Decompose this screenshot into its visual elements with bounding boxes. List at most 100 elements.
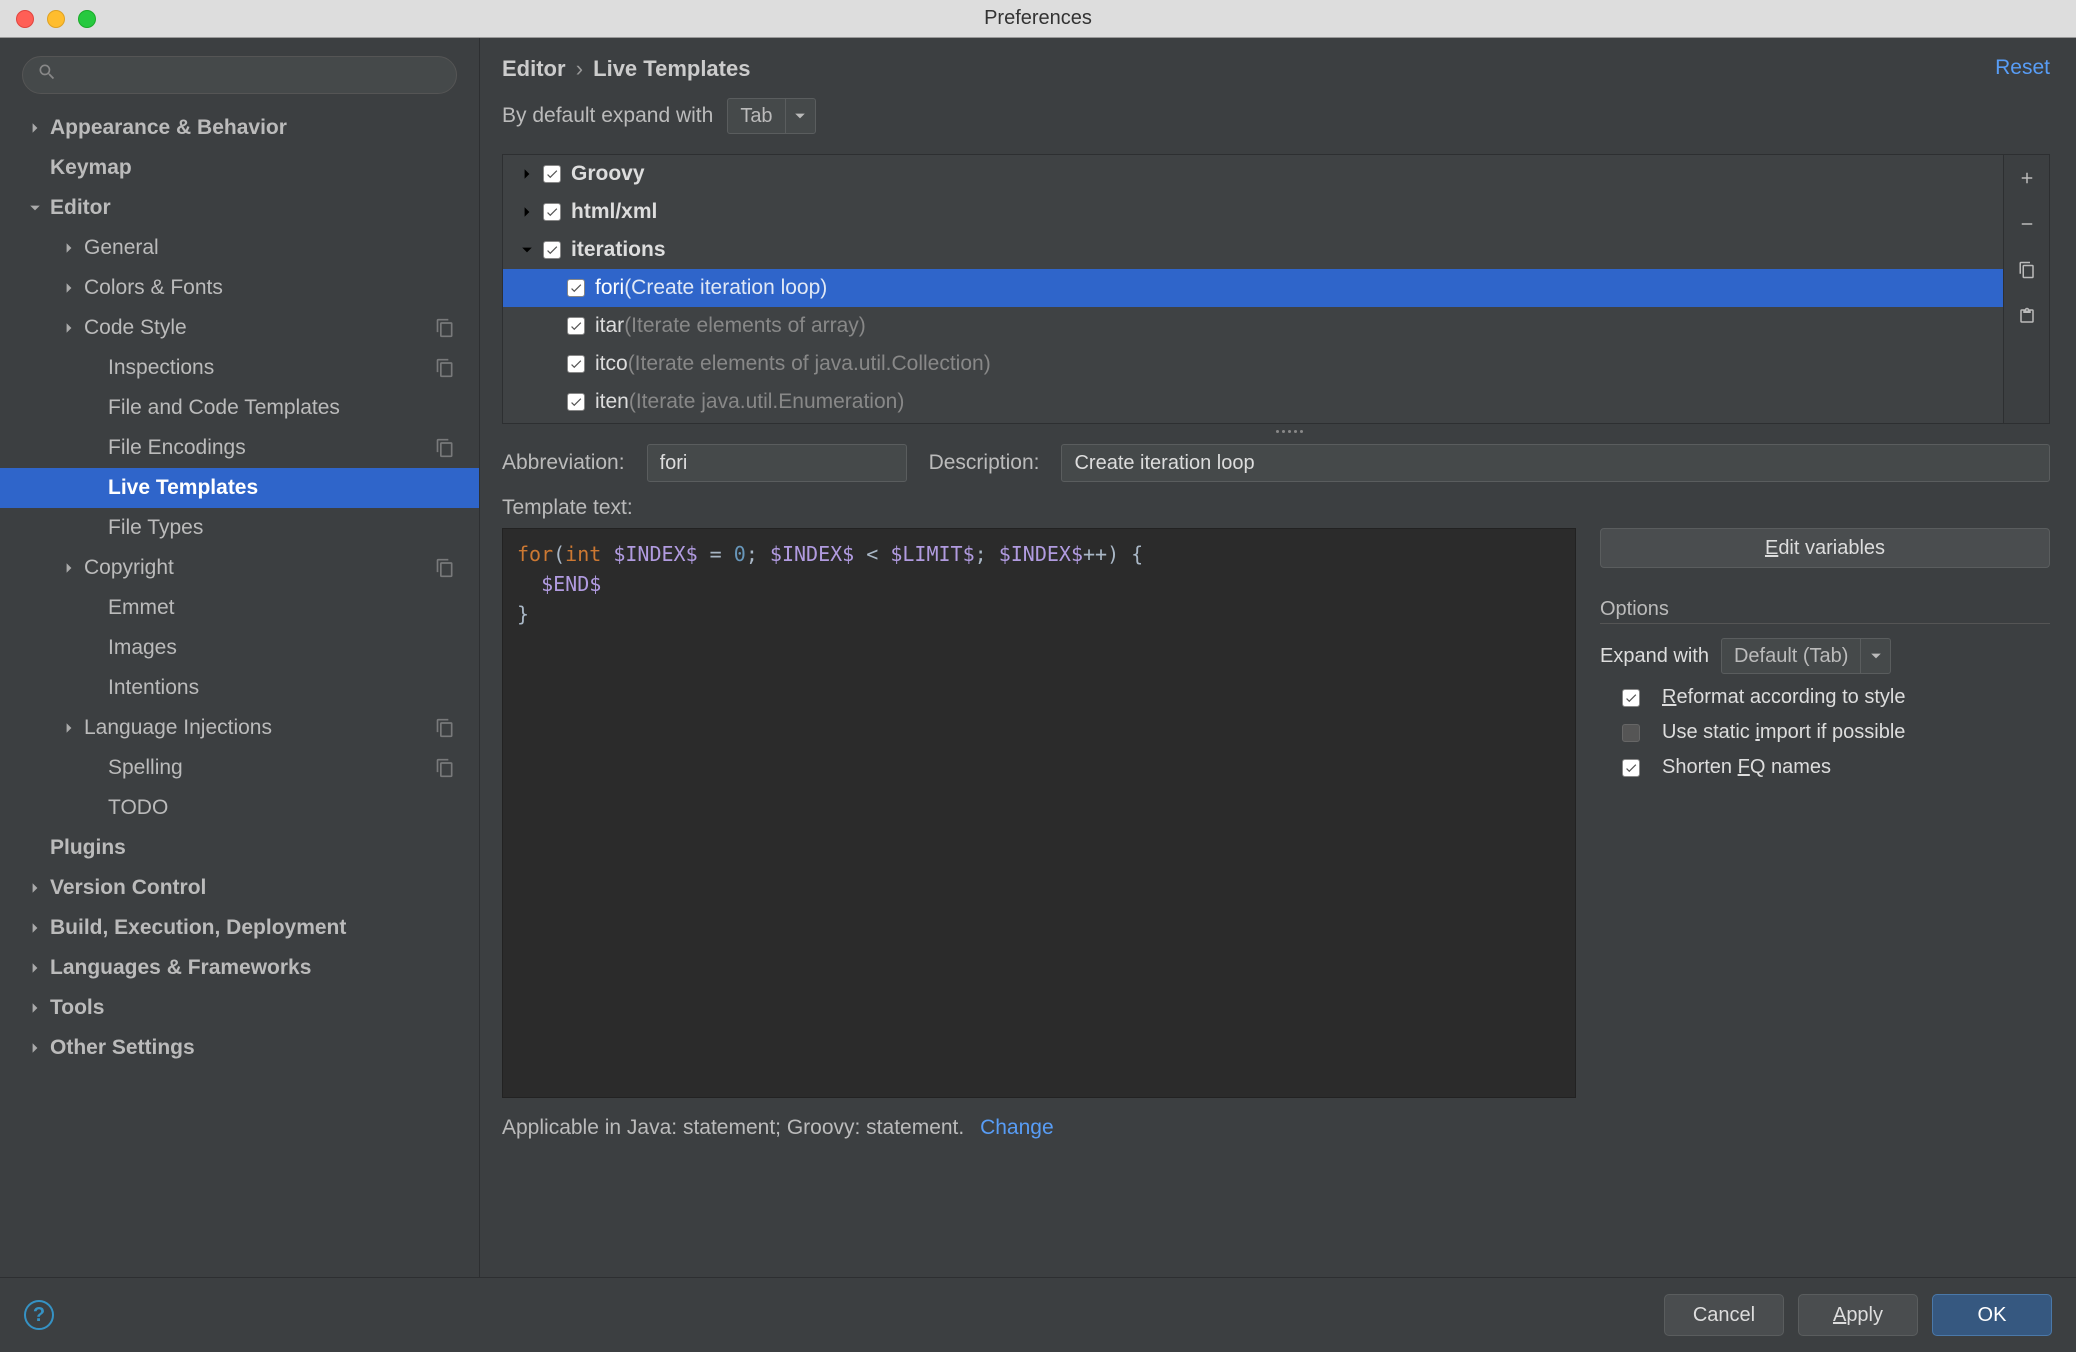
add-button[interactable]: [2004, 155, 2049, 201]
sidebar-item[interactable]: Editor: [0, 188, 479, 228]
sidebar-item-label: Tools: [50, 996, 104, 1020]
options-title: Options: [1600, 598, 2050, 624]
titlebar: Preferences: [0, 0, 2076, 38]
sidebar-item[interactable]: Languages & Frameworks: [0, 948, 479, 988]
template-checkbox[interactable]: [543, 203, 561, 221]
template-checkbox[interactable]: [543, 241, 561, 259]
sidebar-item[interactable]: Keymap: [0, 148, 479, 188]
sidebar-item[interactable]: Other Settings: [0, 1028, 479, 1068]
sidebar-item[interactable]: Version Control: [0, 868, 479, 908]
template-desc: (Iterate java.util.Enumeration): [629, 390, 904, 414]
resizer-handle[interactable]: [1269, 428, 1309, 434]
edit-variables-button[interactable]: Edit variables: [1600, 528, 2050, 568]
sidebar-item-label: Version Control: [50, 876, 206, 900]
template-row[interactable]: itar (Iterate elements of array): [503, 307, 2003, 345]
chevron-down-icon: [1860, 639, 1890, 673]
minimize-window-icon[interactable]: [47, 10, 65, 28]
help-button[interactable]: ?: [24, 1300, 54, 1330]
applicable-text: Applicable in Java: statement; Groovy: s…: [502, 1116, 964, 1139]
template-desc: (Iterate elements of array): [624, 314, 866, 338]
sidebar-item[interactable]: Build, Execution, Deployment: [0, 908, 479, 948]
template-checkbox[interactable]: [567, 317, 585, 335]
template-text-label: Template text:: [502, 496, 2050, 520]
sidebar-item[interactable]: Colors & Fonts: [0, 268, 479, 308]
template-row[interactable]: iterations: [503, 231, 2003, 269]
search-field[interactable]: [22, 56, 457, 94]
sidebar-item[interactable]: Appearance & Behavior: [0, 108, 479, 148]
disclosure-right-icon: [26, 959, 44, 977]
sidebar-item[interactable]: Plugins: [0, 828, 479, 868]
sidebar-item-label: Spelling: [108, 756, 183, 780]
sidebar-item[interactable]: Tools: [0, 988, 479, 1028]
search-input[interactable]: [65, 65, 442, 86]
sidebar-item[interactable]: File Encodings: [0, 428, 479, 468]
expand-select[interactable]: Tab: [727, 98, 815, 134]
template-row[interactable]: iten (Iterate java.util.Enumeration): [503, 383, 2003, 421]
apply-button[interactable]: Apply: [1798, 1294, 1918, 1336]
options-expand-label: Expand with: [1600, 645, 1709, 668]
sidebar-item-label: File Types: [108, 516, 203, 540]
disclosure-down-icon: [26, 199, 44, 217]
sidebar-item[interactable]: TODO: [0, 788, 479, 828]
template-desc: (Create iteration loop): [624, 276, 827, 300]
sidebar-item[interactable]: Inspections: [0, 348, 479, 388]
remove-button[interactable]: [2004, 201, 2049, 247]
template-row[interactable]: itco (Iterate elements of java.util.Coll…: [503, 345, 2003, 383]
template-code-editor[interactable]: for(int $INDEX$ = 0; $INDEX$ < $LIMIT$; …: [502, 528, 1576, 1098]
static-import-checkbox[interactable]: [1622, 724, 1640, 742]
copy-button[interactable]: [2004, 247, 2049, 293]
shorten-fq-checkbox[interactable]: [1622, 759, 1640, 777]
sidebar-item[interactable]: File and Code Templates: [0, 388, 479, 428]
paste-button[interactable]: [2004, 293, 2049, 339]
sidebar-item-label: Code Style: [84, 316, 187, 340]
template-row[interactable]: html/xml: [503, 193, 2003, 231]
disclosure-right-icon: [60, 719, 78, 737]
sidebar-item[interactable]: Code Style: [0, 308, 479, 348]
template-checkbox[interactable]: [567, 279, 585, 297]
sidebar-item-label: Emmet: [108, 596, 175, 620]
close-window-icon[interactable]: [16, 10, 34, 28]
cancel-button[interactable]: Cancel: [1664, 1294, 1784, 1336]
sidebar-item[interactable]: Intentions: [0, 668, 479, 708]
sidebar-item-label: Colors & Fonts: [84, 276, 223, 300]
template-row[interactable]: fori (Create iteration loop): [503, 269, 2003, 307]
expand-label: By default expand with: [502, 104, 713, 128]
zoom-window-icon[interactable]: [78, 10, 96, 28]
content-pane: Editor › Live Templates Reset By default…: [480, 38, 2076, 1277]
template-checkbox[interactable]: [543, 165, 561, 183]
sidebar-item-label: Other Settings: [50, 1036, 195, 1060]
disclosure-right-icon: [26, 919, 44, 937]
scheme-icon: [435, 718, 455, 738]
change-link[interactable]: Change: [980, 1116, 1054, 1139]
reset-link[interactable]: Reset: [1995, 56, 2050, 82]
sidebar-item-label: TODO: [108, 796, 168, 820]
breadcrumb-livetemplates: Live Templates: [593, 56, 750, 81]
ok-button[interactable]: OK: [1932, 1294, 2052, 1336]
sidebar-item-label: Languages & Frameworks: [50, 956, 311, 980]
sidebar-item[interactable]: Images: [0, 628, 479, 668]
template-checkbox[interactable]: [567, 355, 585, 373]
template-checkbox[interactable]: [567, 393, 585, 411]
abbreviation-input[interactable]: [647, 444, 907, 482]
sidebar-item[interactable]: Copyright: [0, 548, 479, 588]
expand-select-value: Tab: [728, 105, 784, 128]
reformat-checkbox[interactable]: [1622, 689, 1640, 707]
sidebar-item[interactable]: Spelling: [0, 748, 479, 788]
sidebar-item[interactable]: Emmet: [0, 588, 479, 628]
disclosure-right-icon: [60, 279, 78, 297]
sidebar-item-label: File Encodings: [108, 436, 246, 460]
template-label: html/xml: [571, 200, 657, 224]
templates-tree[interactable]: Groovyhtml/xmliterationsfori (Create ite…: [502, 154, 2004, 424]
template-row[interactable]: Groovy: [503, 155, 2003, 193]
sidebar-item[interactable]: File Types: [0, 508, 479, 548]
sidebar-item-label: Inspections: [108, 356, 214, 380]
sidebar-item-label: Images: [108, 636, 177, 660]
description-input[interactable]: [1061, 444, 2050, 482]
disclosure-right-icon: [26, 119, 44, 137]
template-label: fori: [595, 276, 624, 300]
disclosure-right-icon: [517, 202, 537, 222]
sidebar-item[interactable]: Live Templates: [0, 468, 479, 508]
options-expand-select[interactable]: Default (Tab): [1721, 638, 1892, 674]
sidebar-item[interactable]: General: [0, 228, 479, 268]
sidebar-item[interactable]: Language Injections: [0, 708, 479, 748]
